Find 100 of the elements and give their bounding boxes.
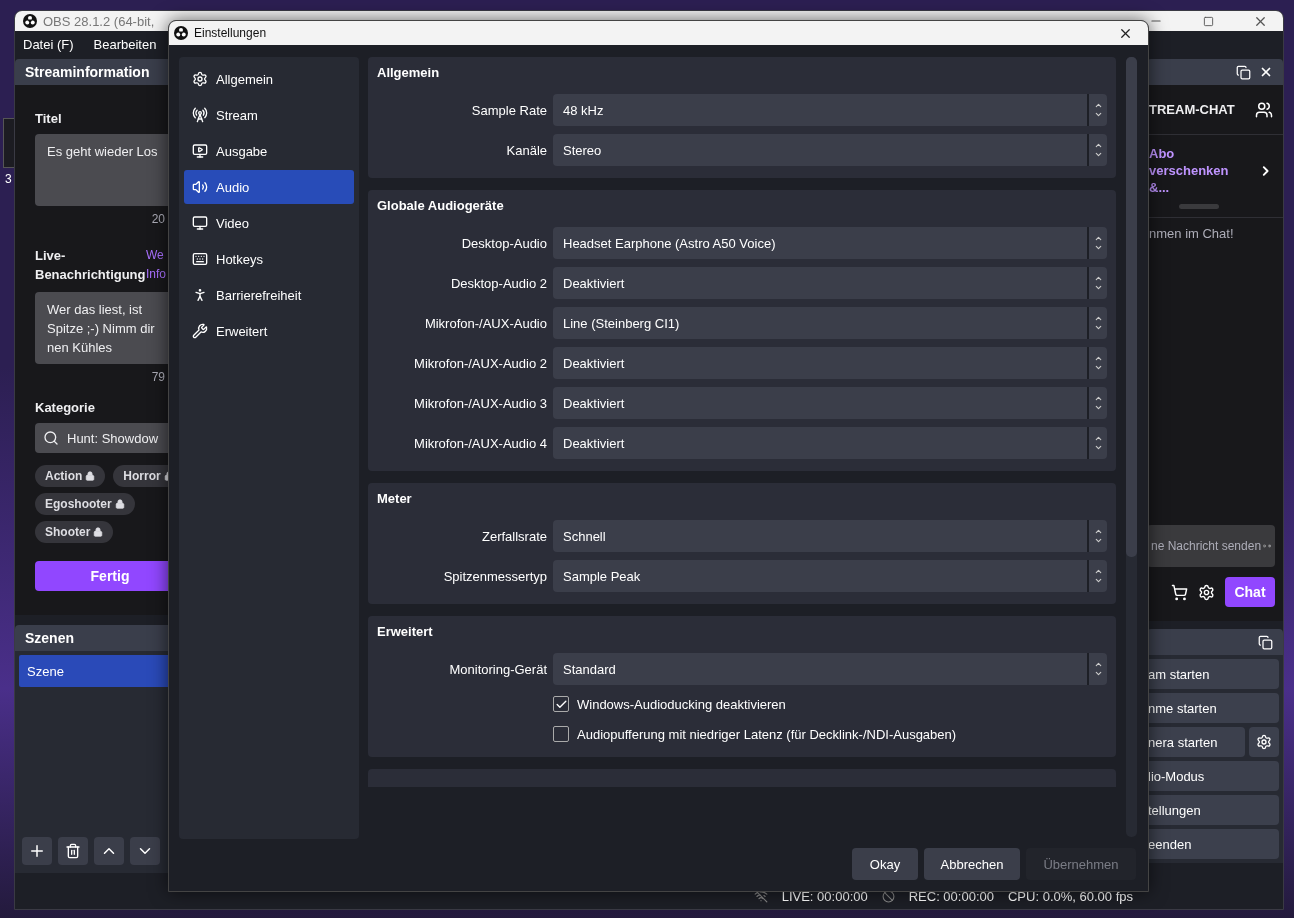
dropdown[interactable]: Schnell <box>553 520 1107 552</box>
monitor-play-icon <box>192 143 208 159</box>
window-title: OBS 28.1.2 (64-bit, <box>43 13 156 29</box>
field-label: Desktop-Audio 2 <box>449 275 547 291</box>
chat-button[interactable]: Chat <box>1225 577 1275 607</box>
settings-icon[interactable] <box>1198 583 1215 601</box>
dialog-button[interactable]: Abbrechen <box>924 848 1020 880</box>
control-button[interactable]: eenden <box>1147 829 1279 859</box>
obs-logo-icon <box>23 14 37 28</box>
person-icon <box>192 287 208 303</box>
sidebar-item[interactable]: Stream <box>184 98 354 132</box>
tag[interactable]: Shooter <box>35 521 114 543</box>
monitor-icon <box>192 215 208 231</box>
field-label: Titel <box>35 111 63 126</box>
dropdown[interactable]: Stereo <box>553 134 1107 166</box>
sidebar-item[interactable]: Barrierefreiheit <box>184 278 354 312</box>
dropdown[interactable]: Line (Steinberg CI1) <box>553 307 1107 339</box>
sidebar-item[interactable]: Allgemein <box>184 62 354 96</box>
undock-icon[interactable] <box>1236 64 1251 80</box>
field-label: Spitzenmessertyp <box>442 568 547 584</box>
delete-button[interactable] <box>58 837 88 865</box>
dropdown[interactable]: Standard <box>553 653 1107 685</box>
close-icon[interactable] <box>1259 65 1273 79</box>
sidebar-item[interactable]: Hotkeys <box>184 242 354 276</box>
lock-icon <box>85 471 96 481</box>
sidebar-item[interactable]: Erweitert <box>184 314 354 348</box>
lock-icon <box>114 499 125 509</box>
dock-title: Streaminformation <box>25 64 150 80</box>
checkbox-label: Audiopufferung mit niedriger Latenz (für Decklink-/NDI-Ausgaben) <box>577 726 957 742</box>
dropdown[interactable]: 48 kHz <box>553 94 1107 126</box>
field-label: Live-Benachrichtigung <box>35 247 146 284</box>
promo-link[interactable]: Abo verschenken &... <box>1149 145 1250 196</box>
link[interactable]: We <box>146 246 166 265</box>
wrench-icon <box>192 323 208 339</box>
plus-icon <box>28 842 46 860</box>
field-label: Desktop-Audio <box>460 235 547 251</box>
field-label: Monitoring-Gerät <box>448 661 547 677</box>
dropdown[interactable]: Sample Peak <box>553 560 1107 592</box>
cpu-usage: CPU: 0.0%, 60.00 fps <box>1008 888 1133 904</box>
control-button[interactable]: am starten <box>1147 659 1279 689</box>
checkbox[interactable] <box>553 726 569 742</box>
dock-title: Szenen <box>25 630 74 646</box>
chat-input[interactable]: ne Nachricht senden <box>1147 525 1275 567</box>
dialog-button[interactable]: Okay <box>852 848 918 880</box>
obs-logo-icon <box>174 26 188 40</box>
section-title: Allgemein <box>377 65 441 80</box>
dropdown[interactable]: Deaktiviert <box>553 427 1107 459</box>
menu-item[interactable]: Datei (F) <box>23 36 74 52</box>
sidebar-item[interactable]: Video <box>184 206 354 240</box>
scrollbar[interactable] <box>1126 57 1137 837</box>
gear-icon <box>192 71 208 87</box>
trash-icon <box>65 843 81 859</box>
section-title: Globale Audiogeräte <box>377 198 505 213</box>
control-button[interactable]: tellungen <box>1147 795 1279 825</box>
move-up-button[interactable] <box>94 837 124 865</box>
field-label: Sample Rate <box>470 102 547 118</box>
section-title: Erweitert <box>377 624 434 639</box>
drag-handle[interactable] <box>1179 204 1219 209</box>
tag[interactable]: Egoshooter <box>35 493 135 515</box>
settings-button[interactable] <box>1249 727 1279 757</box>
antenna-icon <box>192 107 208 123</box>
maximize-icon <box>1202 15 1214 27</box>
speaker-icon <box>192 179 208 195</box>
stream-off-icon <box>753 889 768 903</box>
live-time: LIVE: 00:00:00 <box>781 888 868 904</box>
lock-icon <box>93 527 104 537</box>
char-count: 79 <box>151 370 165 384</box>
checkbox-label: Windows-Audioducking deaktivieren <box>577 696 786 712</box>
checkbox[interactable] <box>553 696 569 712</box>
field-label: Mikrofon-/AUX-Audio <box>423 315 547 331</box>
field-label: Zerfallsrate <box>480 528 547 544</box>
control-button[interactable]: lio-Modus <box>1147 761 1279 791</box>
desktop-icon-label: 3 <box>5 172 12 186</box>
gear-icon <box>1256 734 1272 750</box>
dropdown[interactable]: Headset Earphone (Astro A50 Voice) <box>553 227 1107 259</box>
search-icon <box>43 430 59 446</box>
field-label: Kanäle <box>505 142 547 158</box>
control-button[interactable]: nme starten <box>1147 693 1279 723</box>
field-label: Mikrofon-/AUX-Audio 2 <box>413 355 547 371</box>
rec-time: REC: 00:00:00 <box>908 888 994 904</box>
sidebar-item[interactable]: Audio <box>184 170 354 204</box>
section-title: Meter <box>377 491 413 506</box>
keyboard-icon <box>192 251 208 267</box>
field-label: Kategorie <box>35 400 96 415</box>
cart-icon[interactable] <box>1171 583 1188 601</box>
dropdown[interactable]: Deaktiviert <box>553 267 1107 299</box>
menu-item[interactable]: Bearbeiten <box>93 36 157 52</box>
char-count: 20 <box>151 212 165 226</box>
tag[interactable]: Action <box>35 465 106 487</box>
sidebar-item[interactable]: Ausgabe <box>184 134 354 168</box>
add-button[interactable] <box>22 837 52 865</box>
users-icon[interactable] <box>1255 100 1273 119</box>
dropdown[interactable]: Deaktiviert <box>553 387 1107 419</box>
move-down-button[interactable] <box>130 837 160 865</box>
dropdown[interactable]: Deaktiviert <box>553 347 1107 379</box>
undock-icon[interactable] <box>1258 634 1273 650</box>
field-label: Mikrofon-/AUX-Audio 3 <box>413 395 547 411</box>
control-button[interactable]: nera starten <box>1147 727 1245 757</box>
dialog-title: Einstellungen <box>194 26 268 40</box>
link[interactable]: Info <box>146 265 166 284</box>
